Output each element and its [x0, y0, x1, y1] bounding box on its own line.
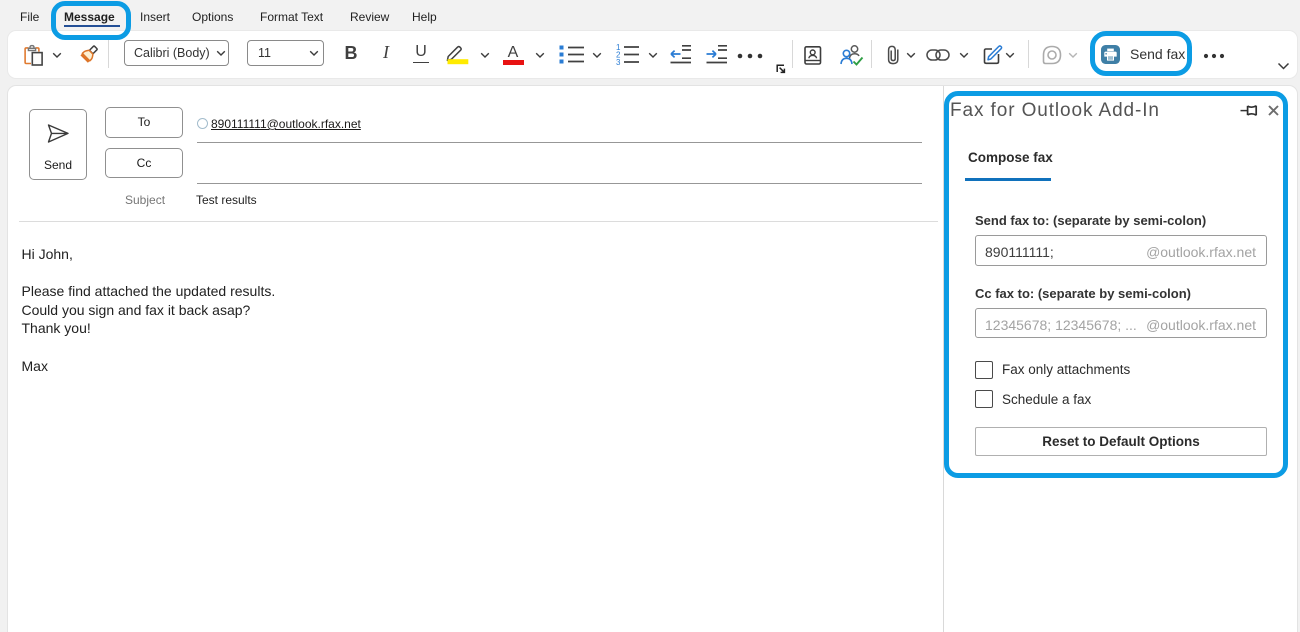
svg-text:3: 3 [616, 58, 621, 65]
